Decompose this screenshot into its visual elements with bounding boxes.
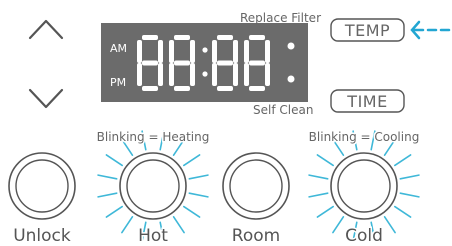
blink-ray bbox=[183, 205, 201, 218]
digit-segment bbox=[217, 60, 233, 66]
digit-segment bbox=[244, 40, 249, 63]
dashed-arrow-left-icon bbox=[410, 20, 451, 40]
digit-segment bbox=[265, 63, 270, 86]
blink-ray bbox=[399, 192, 420, 198]
blink-ray bbox=[316, 205, 335, 218]
chevron-up-icon[interactable] bbox=[22, 15, 70, 45]
digit-segment bbox=[249, 60, 265, 66]
digit-segment bbox=[142, 86, 158, 91]
digit-segment bbox=[212, 40, 217, 63]
digit-segment bbox=[174, 35, 190, 40]
digit-segment bbox=[158, 40, 163, 63]
time-button[interactable]: TIME bbox=[330, 89, 405, 113]
digit-segment bbox=[244, 63, 249, 86]
pm-indicator: PM bbox=[110, 76, 126, 89]
digit-segment bbox=[233, 63, 238, 86]
blink-ray bbox=[121, 216, 134, 234]
am-indicator: AM bbox=[110, 42, 127, 55]
blink-ray bbox=[383, 216, 396, 234]
display-dot-bottom bbox=[287, 75, 295, 83]
digit-segment bbox=[158, 63, 163, 86]
blink-ray bbox=[105, 205, 123, 218]
blinking-cooling-label: Blinking = Cooling bbox=[309, 130, 420, 144]
room-button[interactable] bbox=[222, 152, 290, 220]
digit-segment bbox=[137, 40, 142, 63]
blink-ray bbox=[308, 192, 329, 198]
blinking-heating-label: Blinking = Heating bbox=[97, 130, 210, 144]
cold-button[interactable] bbox=[330, 152, 398, 220]
digit-segment bbox=[174, 86, 190, 91]
digit-segment bbox=[249, 35, 265, 40]
room-button-label: Room bbox=[232, 226, 280, 246]
digit-segment bbox=[233, 40, 238, 63]
blink-ray bbox=[316, 154, 335, 167]
blink-ray bbox=[308, 174, 329, 180]
digit-segment bbox=[217, 35, 233, 40]
blink-ray bbox=[172, 216, 185, 234]
digit-segment bbox=[169, 63, 174, 86]
temp-button[interactable]: TEMP bbox=[330, 18, 405, 42]
blink-ray bbox=[332, 216, 345, 234]
digit-segment bbox=[190, 40, 195, 63]
blink-ray bbox=[97, 174, 118, 180]
blink-ray bbox=[393, 205, 412, 218]
unlock-button[interactable] bbox=[8, 152, 76, 220]
time-button-label: TIME bbox=[346, 92, 387, 111]
blink-ray bbox=[97, 192, 118, 198]
display-colon-dot bbox=[202, 71, 208, 77]
display-colon-dot bbox=[202, 47, 208, 53]
digit-segment bbox=[174, 60, 190, 66]
chevron-down-icon[interactable] bbox=[22, 82, 70, 112]
digit-segment bbox=[137, 63, 142, 86]
digit-segment bbox=[265, 40, 270, 63]
digit-segment bbox=[212, 63, 217, 86]
self-clean-label: Self Clean bbox=[253, 103, 313, 117]
blink-ray bbox=[399, 174, 420, 180]
blink-ray bbox=[188, 174, 209, 180]
blink-ray bbox=[393, 154, 412, 167]
digit-segment bbox=[249, 86, 265, 91]
digit-segment bbox=[217, 86, 233, 91]
led-display: AM PM bbox=[101, 23, 308, 102]
blink-ray bbox=[188, 192, 209, 198]
unlock-button-label: Unlock bbox=[13, 226, 71, 246]
digit-segment bbox=[142, 35, 158, 40]
digit-segment bbox=[169, 40, 174, 63]
hot-button-label: Hot bbox=[138, 226, 168, 246]
hot-button[interactable] bbox=[119, 152, 187, 220]
cold-button-label: Cold bbox=[345, 226, 383, 246]
display-background bbox=[101, 23, 308, 102]
display-dot-top bbox=[287, 42, 295, 50]
temp-button-label: TEMP bbox=[344, 21, 390, 40]
digit-segment bbox=[142, 60, 158, 66]
digit-segment bbox=[190, 63, 195, 86]
blink-ray bbox=[183, 154, 201, 167]
replace-filter-label: Replace Filter bbox=[240, 11, 321, 25]
blink-ray bbox=[105, 154, 123, 167]
